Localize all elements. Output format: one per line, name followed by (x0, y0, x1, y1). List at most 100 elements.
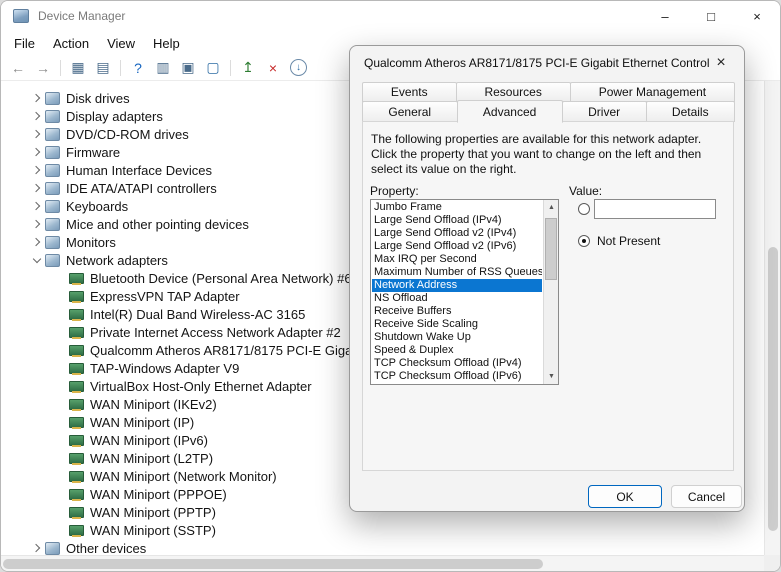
tree-item-label[interactable]: Mice and other pointing devices (66, 217, 249, 232)
display-adapter-icon (45, 109, 60, 123)
menu-action[interactable]: Action (44, 33, 98, 54)
property-item[interactable]: Large Send Offload (IPv4) (372, 214, 542, 227)
uninstall-device-icon[interactable]: × (262, 58, 284, 78)
computer-icon[interactable]: ▢ (202, 58, 224, 78)
value-input[interactable] (594, 199, 716, 219)
tree-item-label[interactable]: Firmware (66, 145, 120, 160)
network-adapter-icon (69, 398, 84, 411)
tab-details[interactable]: Details (645, 101, 736, 122)
chevron-right-icon[interactable] (29, 234, 45, 250)
tree-item-label[interactable]: WAN Miniport (PPPOE) (90, 487, 227, 502)
tree-item-label[interactable]: Keyboards (66, 199, 128, 214)
help-icon[interactable]: ? (127, 58, 149, 78)
tree-item-label[interactable]: TAP-Windows Adapter V9 (90, 361, 239, 376)
cancel-button[interactable]: Cancel (671, 485, 742, 508)
maximize-button[interactable]: □ (688, 1, 734, 31)
chevron-right-icon[interactable] (29, 144, 45, 160)
property-item[interactable]: Maximum Number of RSS Queues (372, 266, 542, 279)
tab-resources[interactable]: Resources (455, 82, 571, 102)
tab-driver[interactable]: Driver (561, 101, 647, 122)
property-item[interactable]: NS Offload (372, 292, 542, 305)
properties-icon[interactable]: ▤ (92, 58, 114, 78)
menu-file[interactable]: File (5, 33, 44, 54)
scroll-up-icon[interactable]: ▲ (544, 200, 558, 215)
tree-item-label[interactable]: WAN Miniport (IKEv2) (90, 397, 217, 412)
network-adapter-icon (69, 506, 84, 519)
property-item[interactable]: Large Send Offload v2 (IPv4) (372, 227, 542, 240)
property-list-scrollbar[interactable]: ▲ ▼ (543, 200, 558, 384)
menu-help[interactable]: Help (144, 33, 189, 54)
update-driver-icon[interactable]: ↥ (237, 58, 259, 78)
tree-item-label[interactable]: Other devices (66, 541, 146, 556)
chevron-right-icon[interactable] (29, 162, 45, 178)
chevron-right-icon[interactable] (29, 180, 45, 196)
property-item[interactable]: Large Send Offload v2 (IPv6) (372, 240, 542, 253)
export-list-icon[interactable]: ▥ (152, 58, 174, 78)
property-item[interactable]: TCP Checksum Offload (IPv4) (372, 357, 542, 370)
chevron-right-icon[interactable] (29, 198, 45, 214)
property-item[interactable]: Receive Side Scaling (372, 318, 542, 331)
human-interface-device-icon (45, 163, 60, 177)
tree-vertical-scrollbar[interactable] (764, 81, 780, 555)
chevron-right-icon[interactable] (29, 216, 45, 232)
chevron-right-icon[interactable] (29, 90, 45, 106)
tree-horizontal-scrollbar[interactable] (1, 555, 764, 571)
chevron-right-icon[interactable] (29, 540, 45, 555)
network-adapter-icon (69, 308, 84, 321)
chevron-right-icon[interactable] (29, 108, 45, 124)
tree-item-label[interactable]: WAN Miniport (L2TP) (90, 451, 213, 466)
vertical-scrollbar-thumb[interactable] (768, 246, 778, 532)
scroll-down-icon[interactable]: ▼ (544, 369, 558, 384)
tree-item-label[interactable]: WAN Miniport (IPv6) (90, 433, 208, 448)
property-item[interactable]: Jumbo Frame (372, 201, 542, 214)
property-scrollbar-thumb[interactable] (545, 218, 557, 280)
tree-item-label[interactable]: Private Internet Access Network Adapter … (90, 325, 341, 340)
property-item[interactable]: Speed & Duplex (372, 344, 542, 357)
chevron-down-icon[interactable] (29, 252, 45, 268)
print-icon[interactable]: ▣ (177, 58, 199, 78)
tree-item-label[interactable]: ExpressVPN TAP Adapter (90, 289, 240, 304)
property-item[interactable]: Max IRQ per Second (372, 253, 542, 266)
tab-general[interactable]: General (362, 101, 458, 122)
back-icon[interactable]: ← (7, 58, 29, 78)
chevron-right-icon[interactable] (29, 126, 45, 142)
tab-advanced[interactable]: Advanced (456, 100, 563, 123)
tree-item-label[interactable]: DVD/CD-ROM drives (66, 127, 189, 142)
tree-item[interactable]: WAN Miniport (SSTP) (1, 521, 764, 539)
property-item[interactable]: Shutdown Wake Up (372, 331, 542, 344)
show-hide-console-tree-icon[interactable]: ▦ (67, 58, 89, 78)
close-button[interactable]: × (734, 1, 780, 31)
horizontal-scrollbar-thumb[interactable] (3, 559, 543, 569)
tree-item-label[interactable]: Disk drives (66, 91, 130, 106)
tree-item-label[interactable]: WAN Miniport (SSTP) (90, 523, 216, 538)
value-radio[interactable] (578, 203, 590, 215)
ok-button[interactable]: OK (588, 485, 662, 508)
tree-item[interactable]: Other devices (1, 539, 764, 555)
tab-power-management[interactable]: Power Management (569, 82, 736, 102)
menu-view[interactable]: View (98, 33, 144, 54)
tree-item-label[interactable]: Human Interface Devices (66, 163, 212, 178)
property-item[interactable]: TCP Checksum Offload (IPv6) (372, 370, 542, 383)
tree-item-label[interactable]: Network adapters (66, 253, 168, 268)
network-adapter-icon (69, 452, 84, 465)
forward-icon[interactable]: → (32, 58, 54, 78)
tab-events[interactable]: Events (362, 82, 457, 102)
scan-hardware-changes-icon[interactable]: ↓ (290, 59, 307, 76)
property-item[interactable]: Network Address (372, 279, 542, 292)
minimize-button[interactable]: – (642, 1, 688, 31)
disk-drive-icon (45, 91, 60, 105)
property-item[interactable]: Receive Buffers (372, 305, 542, 318)
network-adapter-icon (69, 290, 84, 303)
tree-item-label[interactable]: Bluetooth Device (Personal Area Network)… (90, 271, 352, 286)
tree-item-label[interactable]: WAN Miniport (PPTP) (90, 505, 216, 520)
device-manager-icon (13, 9, 29, 23)
dialog-close-icon[interactable]: × (710, 53, 732, 73)
tree-item-label[interactable]: IDE ATA/ATAPI controllers (66, 181, 217, 196)
tree-item-label[interactable]: Display adapters (66, 109, 163, 124)
tree-item-label[interactable]: Intel(R) Dual Band Wireless-AC 3165 (90, 307, 305, 322)
tree-item-label[interactable]: WAN Miniport (IP) (90, 415, 194, 430)
tree-item-label[interactable]: VirtualBox Host-Only Ethernet Adapter (90, 379, 312, 394)
tree-item-label[interactable]: Monitors (66, 235, 116, 250)
tree-item-label[interactable]: WAN Miniport (Network Monitor) (90, 469, 277, 484)
not-present-radio[interactable] (578, 235, 590, 247)
